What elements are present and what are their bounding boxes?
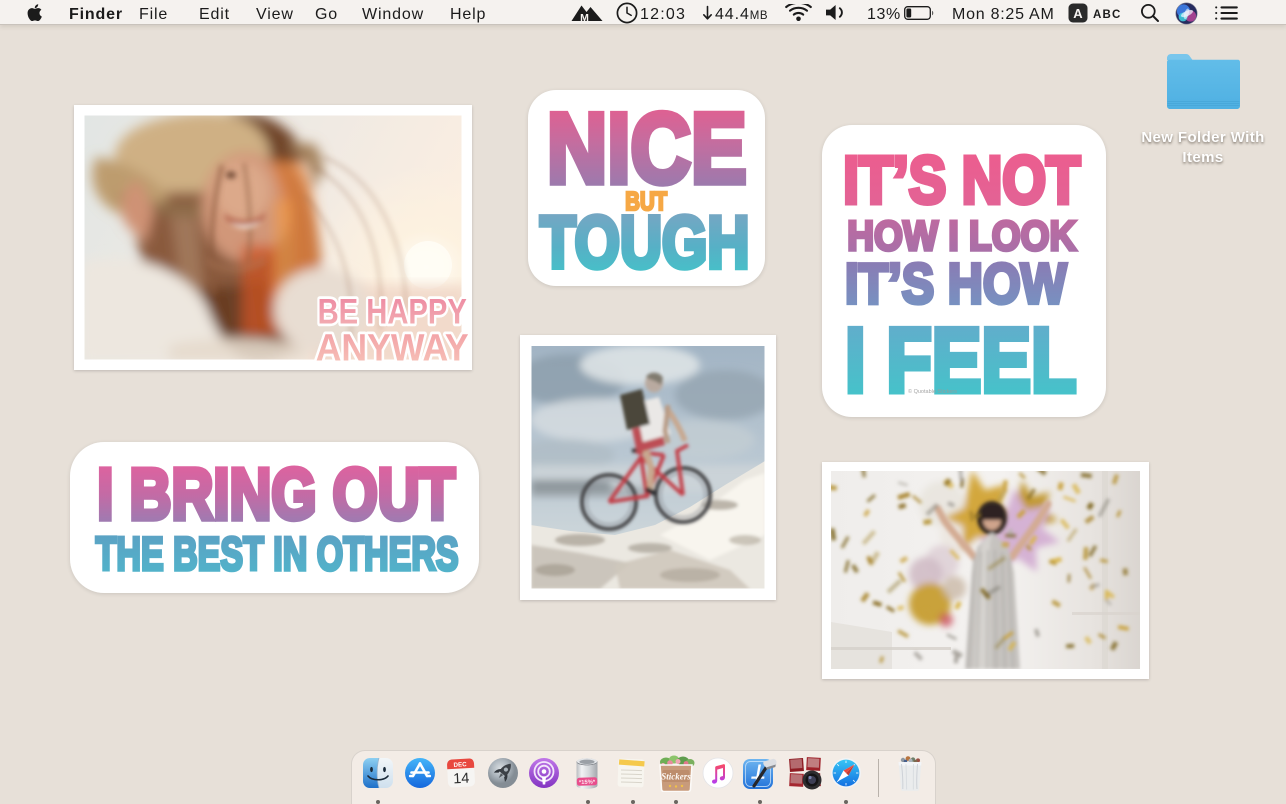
svg-text:© Quotable Stickers: © Quotable Stickers bbox=[908, 388, 957, 395]
svg-text:BE HAPPY: BE HAPPY bbox=[318, 291, 467, 331]
svg-text:M: M bbox=[580, 12, 589, 22]
svg-text:THE BEST IN OTHERS: THE BEST IN OTHERS bbox=[96, 528, 459, 581]
svg-text:14: 14 bbox=[453, 771, 470, 788]
svg-text:Stickers: Stickers bbox=[661, 771, 691, 781]
svg-text:NICE: NICE bbox=[547, 93, 747, 204]
svg-text:DEC: DEC bbox=[453, 761, 467, 769]
svg-text:A: A bbox=[1073, 6, 1083, 21]
svg-text:*15%*: *15%* bbox=[579, 779, 596, 786]
svg-text:IT’S NOT: IT’S NOT bbox=[843, 143, 1080, 218]
svg-text:TOUGH: TOUGH bbox=[540, 202, 749, 283]
svg-text:ANYWAY: ANYWAY bbox=[316, 327, 469, 370]
svg-text:I FEEL: I FEEL bbox=[845, 310, 1076, 411]
svg-text:IT’S HOW: IT’S HOW bbox=[845, 252, 1067, 316]
svg-text:I BRING OUT: I BRING OUT bbox=[97, 455, 455, 535]
